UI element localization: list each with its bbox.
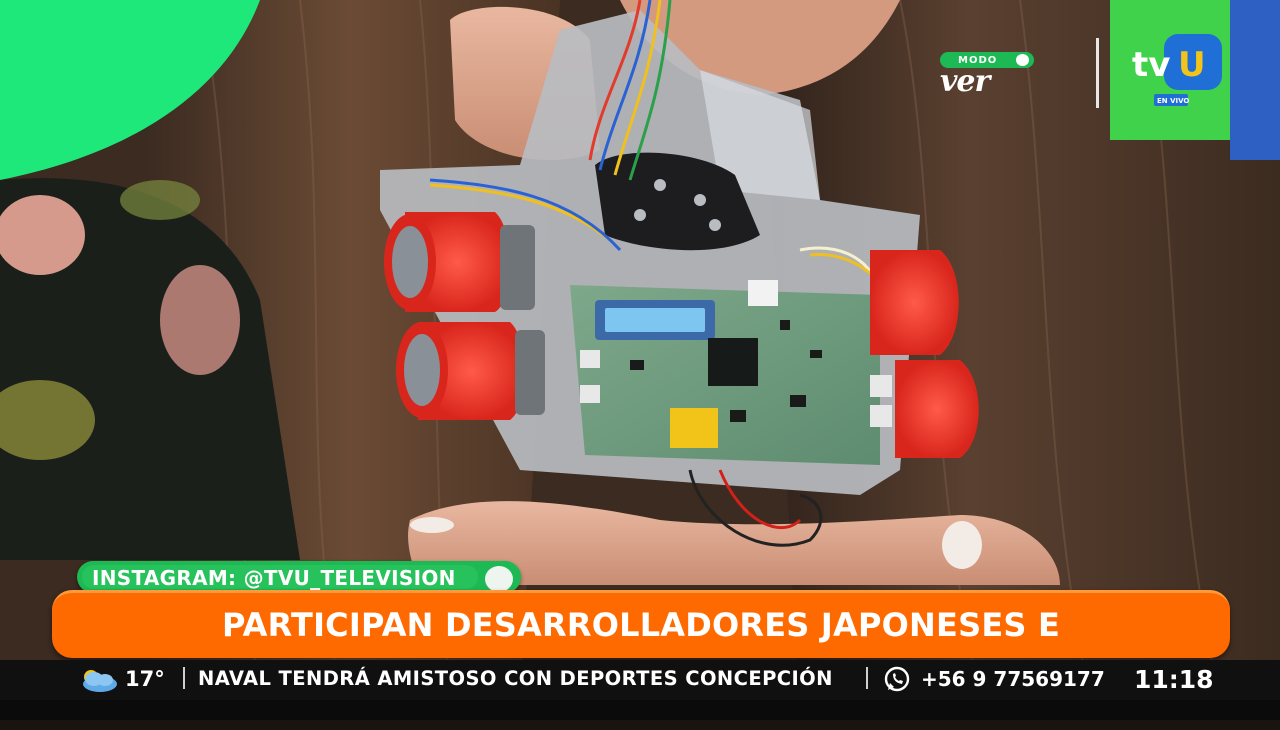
instagram-handle: INSTAGRAM: @TVU_TELEVISION	[92, 566, 456, 590]
scene-photo	[0, 0, 1280, 720]
